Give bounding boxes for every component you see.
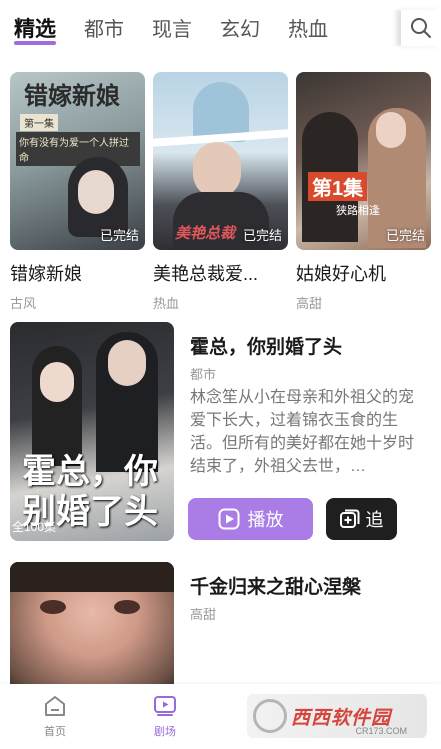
theater-icon: [154, 696, 176, 716]
watermark-icon: [253, 699, 287, 733]
drama-card[interactable]: 错嫁新娘 第一集 你有没有为爱一个人拼过命 已完结 错嫁新娘 古风: [10, 72, 145, 312]
tab-urban[interactable]: 都市: [84, 0, 124, 56]
drama-genre: 古风: [10, 296, 37, 311]
featured-drama: 霍总，你别婚了头 全100集 霍总，你别婚了头 都市 林念笙从小在母亲和外祖父的…: [10, 322, 431, 542]
follow-button[interactable]: 追: [326, 498, 397, 540]
cover-face: [376, 112, 406, 148]
cover-eye-left: [40, 600, 66, 614]
featured-cover[interactable]: 霍总，你别婚了头 全100集: [10, 322, 174, 541]
cover-subtitle: 狭路相逢: [336, 205, 380, 217]
featured-drama-2: 千金归来之甜心涅槃 高甜: [10, 562, 431, 692]
drama-card[interactable]: 美艳总裁 已完结 美艳总裁爱... 热血: [153, 72, 288, 312]
watermark-logo: 西西软件园 CR173.COM: [247, 694, 427, 738]
play-button-label: 播放: [247, 510, 284, 530]
cover-episode-badge: 第一集: [20, 114, 58, 131]
drama-card[interactable]: 第1集 狭路相逢 已完结 姑娘好心机 高甜: [296, 72, 431, 312]
cover-face: [193, 142, 241, 198]
cover-face: [78, 170, 114, 214]
tab-featured[interactable]: 精选: [14, 0, 56, 56]
follow-button-label: 追: [365, 510, 384, 530]
drama-title: 错嫁新娘: [10, 264, 82, 284]
play-icon: [218, 508, 239, 530]
drama-cover[interactable]: 美艳总裁 已完结: [153, 72, 288, 250]
cover-face-right: [108, 340, 146, 386]
watermark-url: CR173.COM: [355, 726, 407, 736]
nav-home[interactable]: 首页: [25, 694, 85, 739]
featured-cover-2[interactable]: [10, 562, 174, 690]
cover-episode-text: 第1集: [308, 172, 368, 201]
drama-cover[interactable]: 错嫁新娘 第一集 你有没有为爱一个人拼过命 已完结: [10, 72, 145, 250]
tab-fantasy[interactable]: 玄幻: [220, 0, 260, 56]
featured-genre-2: 高甜: [190, 607, 217, 622]
cover-face-left: [40, 362, 74, 402]
nav-theater-label: 剧场: [154, 726, 176, 738]
featured-genre: 都市: [190, 367, 217, 382]
drama-cover[interactable]: 第1集 狭路相逢 已完结: [296, 72, 431, 250]
cover-eye-right: [114, 600, 140, 614]
featured-title-2[interactable]: 千金归来之甜心涅槃: [190, 572, 361, 599]
featured-description: 林念笙从小在母亲和外祖父的宠爱下长大，过着锦衣玉食的生活。但所有的美好都在她十岁…: [190, 389, 415, 475]
search-button[interactable]: [401, 10, 441, 46]
drama-grid: 错嫁新娘 第一集 你有没有为爱一个人拼过命 已完结 错嫁新娘 古风 美艳总裁 已…: [10, 72, 431, 312]
home-icon: [45, 696, 65, 716]
drama-title: 姑娘好心机: [296, 264, 386, 284]
status-badge: 已完结: [99, 228, 139, 243]
search-icon: [411, 18, 431, 38]
tab-modern-romance[interactable]: 现言: [152, 0, 192, 56]
cover-hair: [10, 562, 174, 592]
cover-title-text: 美艳总裁: [175, 225, 236, 242]
status-badge: 已完结: [242, 228, 282, 243]
nav-theater[interactable]: 剧场: [135, 694, 195, 739]
add-to-list-icon: [339, 509, 359, 528]
drama-title: 美艳总裁爱...: [153, 264, 259, 284]
bottom-nav: 首页 剧场 西西软件园 CR173.COM: [0, 684, 441, 749]
tab-action[interactable]: 热血: [288, 0, 328, 56]
play-button[interactable]: 播放: [188, 498, 313, 540]
tab-scroll-fade: [393, 10, 401, 46]
episode-count: 全100集: [12, 520, 57, 534]
featured-title[interactable]: 霍总，你别婚了头: [190, 332, 342, 359]
drama-genre: 热血: [153, 296, 180, 311]
nav-home-label: 首页: [44, 726, 66, 738]
category-tabs: 精选 都市 现言 玄幻 热血: [0, 0, 441, 56]
drama-genre: 高甜: [296, 296, 323, 311]
cover-tagline: 你有没有为爱一个人拼过命: [16, 132, 140, 166]
status-badge: 已完结: [385, 228, 425, 243]
cover-title-text: 错嫁新娘: [24, 81, 120, 110]
